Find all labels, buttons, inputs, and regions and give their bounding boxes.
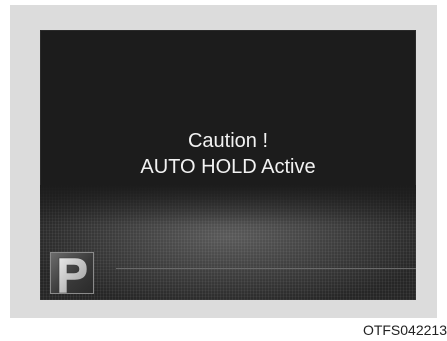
display-divider bbox=[116, 268, 416, 269]
figure: Caution ! AUTO HOLD Active OTFS042213 bbox=[0, 0, 447, 341]
parking-p-icon bbox=[50, 252, 94, 294]
warning-text: AUTO HOLD Active bbox=[140, 156, 316, 178]
cluster-display: Caution ! AUTO HOLD Active bbox=[40, 30, 416, 300]
warning-message: Caution ! AUTO HOLD Active bbox=[40, 128, 416, 180]
display-background-texture bbox=[40, 185, 416, 300]
figure-code: OTFS042213 bbox=[362, 322, 447, 338]
warning-title: Caution ! bbox=[187, 130, 269, 152]
